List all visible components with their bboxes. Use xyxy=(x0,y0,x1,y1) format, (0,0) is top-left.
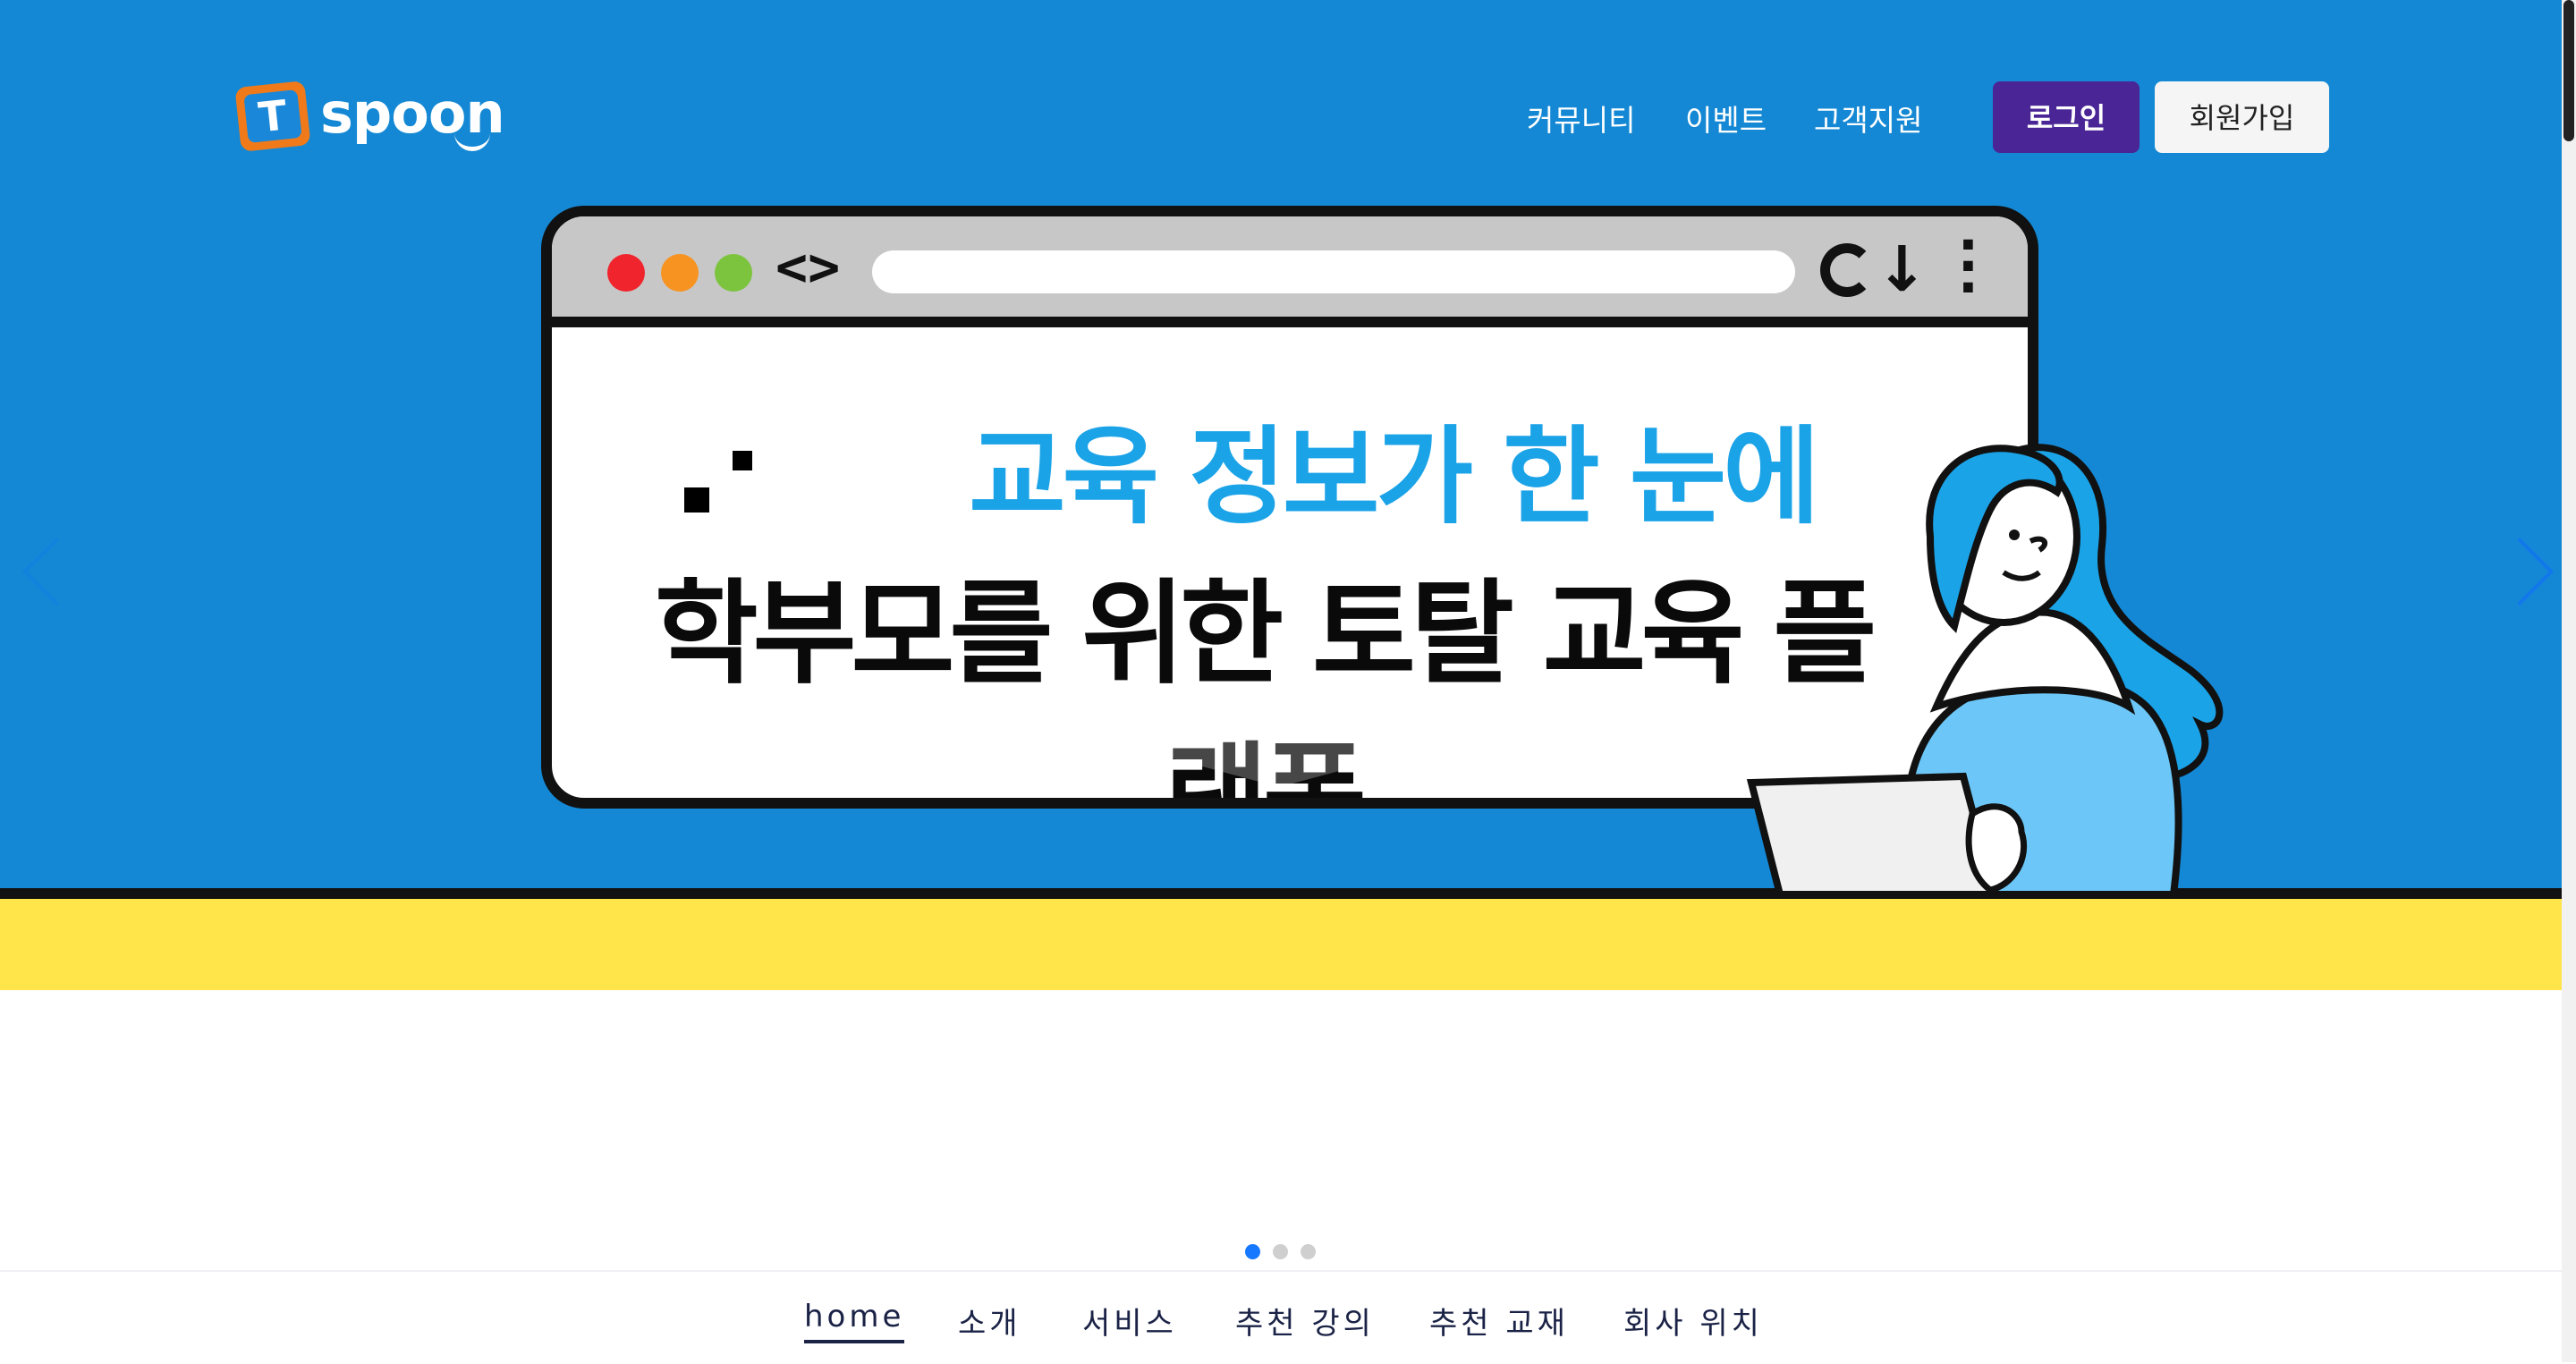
login-button[interactable]: 로그인 xyxy=(1993,81,2140,153)
nav-link-community[interactable]: 커뮤니티 xyxy=(1527,97,1635,140)
scrollbar-thumb[interactable] xyxy=(2563,0,2574,141)
browser-close-dot xyxy=(607,254,645,292)
browser-minimize-dot xyxy=(661,254,699,292)
more-vertical-icon: · · · xyxy=(1958,214,1979,319)
nav-link-support[interactable]: 고객지원 xyxy=(1814,97,1922,140)
logo-badge-icon: T xyxy=(234,80,311,152)
section-nav-service[interactable]: 서비스 xyxy=(1082,1299,1177,1343)
browser-maximize-dot xyxy=(715,254,752,292)
pagination-dot-3[interactable] xyxy=(1301,1244,1316,1259)
section-nav-home[interactable]: home xyxy=(804,1299,905,1343)
download-icon: ↓ xyxy=(1876,233,1928,306)
logo[interactable]: T spoon xyxy=(234,79,505,159)
hero-banner: T spoon 커뮤니티 이벤트 고객지원 로그인 회원가입 <> ↓ · · · … xyxy=(0,0,2562,990)
carousel-pagination xyxy=(1245,1244,1317,1262)
code-icon: <> xyxy=(775,236,841,299)
pagination-dot-1[interactable] xyxy=(1245,1244,1260,1259)
chevron-left-icon[interactable] xyxy=(21,537,91,606)
section-nav-books[interactable]: 추천 교재 xyxy=(1429,1299,1569,1343)
floor-band xyxy=(0,899,2562,990)
browser-toolbar: <> ↓ · · · xyxy=(552,216,2028,327)
section-nav: home 소개 서비스 추천 강의 추천 교재 회사 위치 xyxy=(0,1270,2562,1364)
signup-button[interactable]: 회원가입 xyxy=(2155,81,2329,153)
scrollbar-track[interactable] xyxy=(2562,0,2576,1362)
section-nav-about[interactable]: 소개 xyxy=(958,1299,1021,1343)
reload-icon xyxy=(1820,243,1874,297)
light-beam xyxy=(903,686,1655,787)
pagination-dot-2[interactable] xyxy=(1273,1244,1288,1259)
logo-letter: T xyxy=(243,89,302,143)
url-bar xyxy=(872,250,1795,293)
woman-with-laptop-illustration xyxy=(1746,444,2224,894)
nav-link-event[interactable]: 이벤트 xyxy=(1685,97,1767,140)
section-nav-courses[interactable]: 추천 강의 xyxy=(1235,1299,1375,1343)
chevron-right-icon[interactable] xyxy=(2485,537,2555,606)
logo-smile-icon xyxy=(454,131,490,151)
section-nav-location[interactable]: 회사 위치 xyxy=(1623,1299,1763,1343)
